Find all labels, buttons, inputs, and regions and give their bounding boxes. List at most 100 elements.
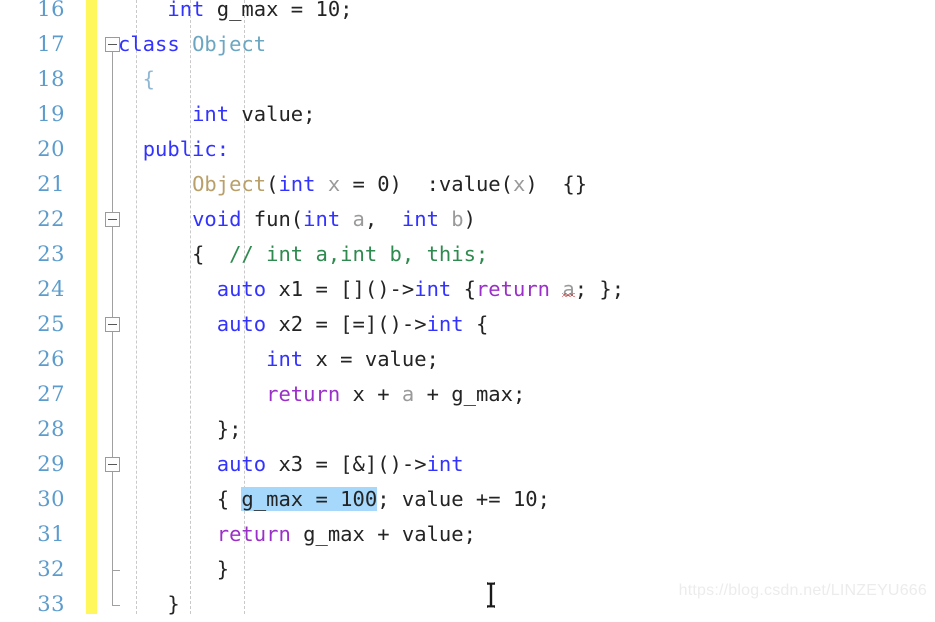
code-token: { — [118, 242, 217, 266]
code-token: { — [118, 67, 156, 91]
code-line[interactable]: { — [118, 62, 155, 97]
line-number: 18 — [37, 67, 65, 91]
code-token: return — [216, 522, 291, 546]
code-token: ; value += 10; — [377, 487, 550, 511]
code-line[interactable]: { // int a,int b, this; — [118, 237, 488, 272]
code-line[interactable]: } — [118, 587, 180, 622]
code-line[interactable]: public: — [118, 132, 229, 167]
ibeam-icon — [487, 582, 495, 608]
code-token: auto — [216, 277, 267, 301]
code-token: void — [192, 207, 242, 231]
code-token: Object — [192, 32, 267, 56]
code-token: = 0) :value( — [340, 172, 513, 196]
mouse-ibeam-cursor — [484, 582, 498, 608]
code-token: int — [278, 172, 316, 196]
code-token: public: — [142, 137, 230, 161]
line-number-gutter: 16 17 18 19 20 21 22 23 24 25 26 27 28 29 30 31 32 33 — [0, 0, 85, 616]
code-line[interactable]: int value; — [118, 97, 316, 132]
code-line[interactable]: auto x2 = [=]()->int { — [118, 307, 489, 342]
line-number: 16 — [37, 0, 65, 21]
code-token: } — [118, 592, 180, 616]
code-line[interactable]: return g_max + value; — [118, 517, 476, 552]
code-token: { — [118, 487, 242, 511]
code-line[interactable]: int g_max = 10; — [118, 0, 353, 27]
code-editor[interactable]: 16 17 18 19 20 21 22 23 24 25 26 27 28 29 30 31 32 33 int… — [0, 0, 935, 616]
code-line[interactable]: int x = value; — [118, 342, 439, 377]
code-token: { — [451, 277, 476, 301]
code-line[interactable]: } — [118, 552, 229, 587]
line-number: 25 — [37, 312, 65, 336]
watermark-text: https://blog.csdn.net/LINZEYU666 — [678, 582, 927, 599]
code-token: int — [266, 347, 304, 371]
code-token: , — [364, 207, 402, 231]
code-line[interactable]: }; — [118, 412, 242, 447]
code-text-area[interactable]: int g_max = 10; class Object { int value;… — [118, 0, 935, 616]
change-indicator-bar — [86, 0, 97, 614]
code-token: value; — [229, 102, 316, 126]
code-token: fun( — [241, 207, 304, 231]
line-number: 29 — [37, 452, 65, 476]
code-token: x — [327, 172, 341, 196]
line-number: 20 — [37, 137, 65, 161]
fold-rail — [112, 472, 113, 570]
line-number: 17 — [37, 32, 65, 56]
code-token: // int a,int b, this; — [216, 242, 489, 266]
code-token: ( — [266, 172, 279, 196]
code-token: a — [401, 382, 415, 406]
code-token: class — [118, 32, 180, 56]
code-token: int — [426, 452, 464, 476]
code-line[interactable]: class Object — [118, 27, 266, 62]
code-token: g_max = 10; — [204, 0, 353, 21]
line-number: 21 — [37, 172, 65, 196]
line-number: 19 — [37, 102, 65, 126]
code-line[interactable]: Object(int x = 0) :value(x) {} — [118, 167, 587, 202]
code-token: ) — [463, 207, 476, 231]
code-token: a — [352, 207, 365, 231]
code-token: }; — [118, 417, 242, 441]
code-line[interactable]: auto x1 = []()->int {return a; }; — [118, 272, 624, 307]
code-token: x = value; — [303, 347, 439, 371]
code-token: ) {} — [525, 172, 588, 196]
code-token: b — [451, 207, 464, 231]
code-token: int — [167, 0, 205, 21]
code-token: int — [414, 277, 452, 301]
line-number: 33 — [37, 592, 65, 616]
line-number: 23 — [37, 242, 65, 266]
code-token: auto — [216, 312, 267, 336]
code-token: x — [512, 172, 526, 196]
code-line[interactable]: void fun(int a, int b) — [118, 202, 476, 237]
code-token: int — [401, 207, 439, 231]
code-token: x1 = []()-> — [266, 277, 415, 301]
code-token: int — [192, 102, 230, 126]
error-token: a — [562, 277, 575, 301]
code-line[interactable]: return x + a + g_max; — [118, 377, 525, 412]
code-token: x + — [340, 382, 402, 406]
code-token: auto — [216, 452, 267, 476]
code-line[interactable]: auto x3 = [&]()->int — [118, 447, 464, 482]
line-number: 24 — [37, 277, 65, 301]
code-token: + g_max; — [414, 382, 526, 406]
line-number: 26 — [37, 347, 65, 371]
line-number: 31 — [37, 522, 65, 546]
line-number: 30 — [37, 487, 65, 511]
selected-text: g_max = 100 — [241, 487, 378, 511]
line-number: 22 — [37, 207, 65, 231]
code-token: g_max + value; — [290, 522, 476, 546]
code-line[interactable]: { g_max = 100; value += 10; — [118, 482, 550, 517]
code-token: int — [303, 207, 341, 231]
line-number: 27 — [37, 382, 65, 406]
line-number: 28 — [37, 417, 65, 441]
code-token: return — [475, 277, 551, 301]
